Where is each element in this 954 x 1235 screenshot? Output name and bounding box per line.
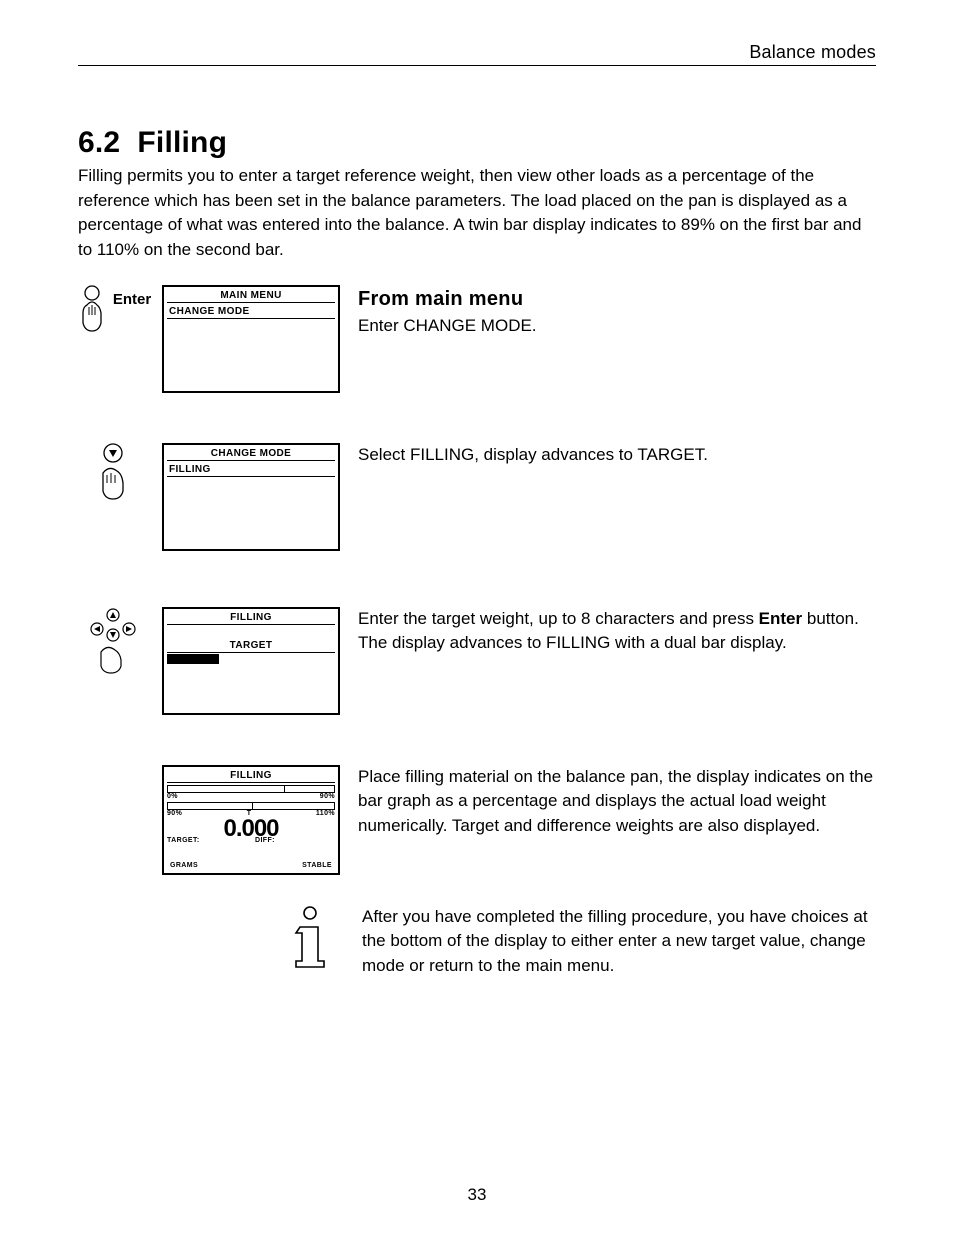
step-1: Enter MAIN MENU CHANGE MODE From main me… [78,285,876,393]
lcd-sub: TARGET [167,639,335,653]
step-4: FILLING 0% 90% 90% T 110% 0.000 TARGET: … [78,765,876,875]
info-icon [290,905,330,971]
lcd-row: CHANGE MODE [167,305,335,319]
lcd-diff-label: DIFF: [255,837,275,844]
step-text: After you have completed the filling pro… [362,905,876,979]
lcd-filling-target: FILLING TARGET [162,607,340,715]
lcd-title: MAIN MENU [167,290,335,303]
bar2-left: 90% [167,810,182,817]
down-hand-icon [93,443,133,503]
lcd-row: FILLING [167,463,335,477]
section-intro: Filling permits you to enter a target re… [78,164,876,263]
section-number: 6.2 [78,126,120,159]
section-heading: 6.2 Filling [78,126,876,160]
lcd-filling-bar: FILLING 0% 90% 90% T 110% 0.000 TARGET: … [162,765,340,875]
bar1-left: 0% [167,793,178,800]
lcd-status: STABLE [302,862,332,869]
step-heading: From main menu [358,285,876,314]
step-text: Place filling material on the balance pa… [358,765,876,839]
bar-graph-1 [167,785,335,793]
lcd-title: FILLING [167,770,335,783]
header-chapter: Balance modes [78,42,876,66]
nav-hand-icon [83,607,143,677]
lcd-unit: GRAMS [170,862,198,869]
step-2: CHANGE MODE FILLING Select FILLING, disp… [78,443,876,551]
step-text: Enter CHANGE MODE. [358,314,876,339]
step-3: FILLING TARGET Enter the target weight, … [78,607,876,715]
lcd-title: FILLING [167,612,335,625]
lcd-title: CHANGE MODE [167,448,335,461]
bar1-right: 90% [320,793,335,800]
bar2-right: 110% [316,810,335,817]
lcd-main-menu: MAIN MENU CHANGE MODE [162,285,340,393]
page-number: 33 [0,1185,954,1205]
lcd-input-bar [167,654,219,664]
step-text: Select FILLING, display advances to TARG… [358,443,876,468]
enter-label: Enter [113,291,151,308]
step-5: After you have completed the filling pro… [78,905,876,979]
lcd-target-label: TARGET: [167,837,200,844]
step-text: Enter the target weight, up to 8 charact… [358,607,876,656]
hand-press-icon [75,285,109,335]
lcd-change-mode: CHANGE MODE FILLING [162,443,340,551]
section-title: Filling [137,126,227,159]
bar-graph-2 [167,802,335,810]
